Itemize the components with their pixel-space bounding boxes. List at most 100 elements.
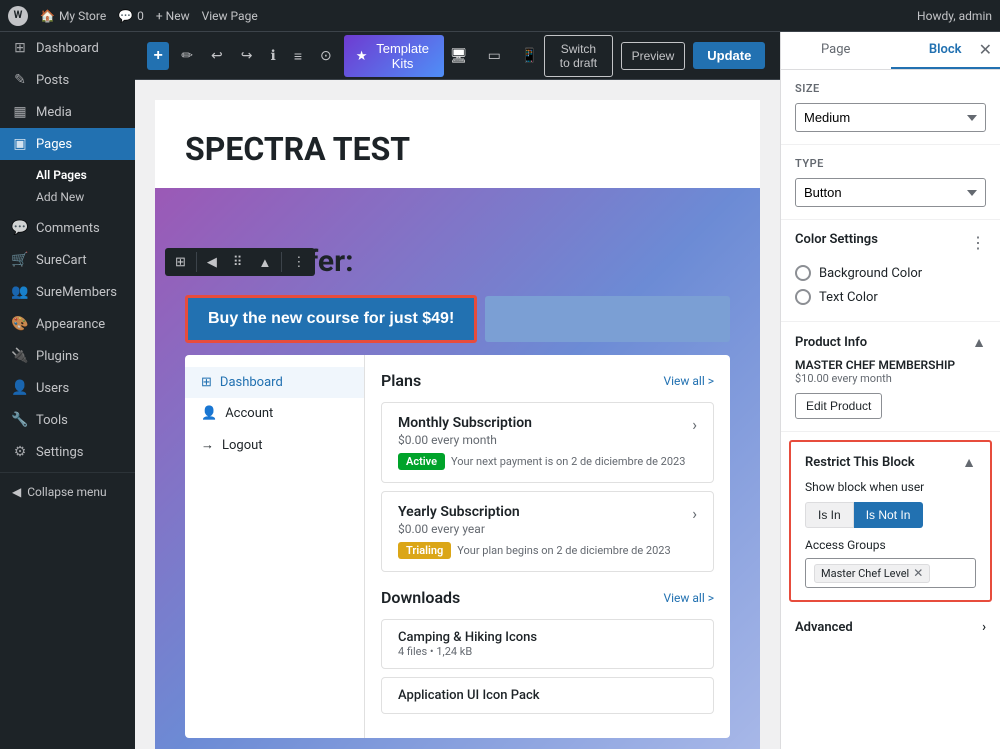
desktop-view-btn[interactable]: 🖥	[444, 43, 474, 68]
sidebar-divider	[0, 472, 135, 473]
tools-icon: 🔧	[12, 412, 28, 428]
product-name: MASTER CHEF MEMBERSHIP	[795, 358, 986, 372]
downloads-header: Downloads View all >	[381, 588, 714, 607]
text-color-option: Text Color	[795, 285, 986, 309]
advanced-title[interactable]: Advanced ›	[795, 620, 986, 635]
pencil-btn[interactable]: ✏	[175, 43, 199, 68]
download-meta-1: 4 files • 1,24 kB	[398, 645, 537, 658]
plan-arrow-monthly[interactable]: ›	[692, 415, 697, 434]
right-panel-tabs: Page Block ✕	[781, 32, 1000, 70]
download-arrow-2[interactable]: ›	[693, 688, 697, 703]
list-view-btn[interactable]: ≡	[288, 44, 308, 68]
template-kits-btn[interactable]: ★ Template Kits	[344, 35, 444, 77]
store-name[interactable]: 🏠 My Store	[40, 9, 106, 23]
restrict-block-section: Restrict This Block ▲ Show block when us…	[789, 440, 992, 602]
type-label: TYPE	[795, 157, 986, 170]
preview-btn[interactable]: Preview	[621, 42, 686, 70]
gear-settings-btn[interactable]: ⚙	[773, 42, 780, 70]
plans-section: Plans View all > Monthly Subscription $0…	[381, 371, 714, 572]
dashboard-nav-logout[interactable]: → Logout	[185, 429, 364, 461]
toolbar-divider2	[281, 252, 282, 272]
bg-color-radio[interactable]	[795, 265, 811, 281]
plan-item-yearly: Yearly Subscription $0.00 every year Tri…	[381, 491, 714, 572]
size-select[interactable]: Medium	[795, 103, 986, 132]
switch-draft-btn[interactable]: Switch to draft	[544, 35, 612, 77]
undo-btn[interactable]: ↩	[205, 43, 229, 68]
add-new-btn[interactable]: + New	[156, 9, 190, 23]
sidebar-item-appearance[interactable]: 🎨 Appearance	[0, 308, 135, 340]
dashboard-nav-dashboard[interactable]: ⊞ Dashboard	[185, 367, 364, 398]
circle-btn[interactable]: ⊙	[314, 43, 338, 68]
panel-close-btn[interactable]: ✕	[979, 43, 992, 59]
block-move-left-btn[interactable]: ◀	[201, 250, 223, 274]
tag-remove-btn[interactable]: ✕	[913, 567, 923, 579]
surecart-icon: 🛒	[12, 252, 28, 268]
sidebar-item-tools[interactable]: 🔧 Tools	[0, 404, 135, 436]
is-not-in-btn[interactable]: Is Not In	[854, 502, 924, 528]
collapse-menu-btn[interactable]: ◀ Collapse menu	[0, 477, 135, 507]
product-info-title: Product Info	[795, 335, 867, 350]
product-info-toggle-btn[interactable]: ▲	[972, 334, 986, 350]
add-block-btn[interactable]: +	[147, 42, 169, 70]
sidebar-item-suremembers[interactable]: 👥 SureMembers	[0, 276, 135, 308]
appearance-icon: 🎨	[12, 316, 28, 332]
all-pages-link[interactable]: All Pages	[24, 164, 135, 186]
sidebar-item-dashboard[interactable]: ⊞ Dashboard	[0, 32, 135, 64]
plans-header: Plans View all >	[381, 371, 714, 390]
bg-color-option: Background Color	[795, 261, 986, 285]
suremembers-icon: 👥	[12, 284, 28, 300]
plugins-icon: 🔌	[12, 348, 28, 364]
sure-members-block: ⊞ ◀ ⠿ ▲ ⋮ Secret offer:	[155, 188, 760, 749]
wp-logo[interactable]: W	[8, 6, 28, 26]
mobile-view-btn[interactable]: 📱	[515, 43, 544, 68]
sidebar-item-settings[interactable]: ⚙ Settings	[0, 436, 135, 468]
download-details-2: Application UI Icon Pack	[398, 688, 540, 703]
plans-view-all[interactable]: View all >	[663, 374, 714, 388]
tag-input[interactable]: Master Chef Level ✕	[805, 558, 976, 588]
is-in-btn[interactable]: Is In	[805, 502, 854, 528]
block-drag-btn[interactable]: ⠿	[227, 250, 249, 274]
show-block-label: Show block when user	[805, 480, 976, 494]
dashboard-icon: ⊞	[12, 40, 28, 56]
tablet-view-btn[interactable]: ▭	[482, 43, 507, 68]
text-color-radio[interactable]	[795, 289, 811, 305]
tab-page[interactable]: Page	[781, 32, 891, 69]
sidebar-item-surecart[interactable]: 🛒 SureCart	[0, 244, 135, 276]
dashboard-content: Plans View all > Monthly Subscription $0…	[365, 355, 730, 738]
download-details-1: Camping & Hiking Icons 4 files • 1,24 kB	[398, 630, 537, 658]
cta-button[interactable]: Buy the new course for just $49!	[185, 295, 477, 343]
download-arrow-1[interactable]: ›	[693, 637, 697, 652]
block-more-btn[interactable]: ⋮	[286, 250, 311, 274]
sidebar-item-posts[interactable]: ✎ Posts	[0, 64, 135, 96]
plan-arrow-yearly[interactable]: ›	[692, 504, 697, 523]
downloads-view-all[interactable]: View all >	[663, 591, 714, 605]
comment-count[interactable]: 💬 0	[118, 9, 144, 23]
sidebar-item-users[interactable]: 👤 Users	[0, 372, 135, 404]
add-new-page-link[interactable]: Add New	[24, 186, 135, 208]
block-move-up-btn[interactable]: ▲	[252, 251, 277, 274]
users-icon: 👤	[12, 380, 28, 396]
dashboard-nav-account[interactable]: 👤 Account	[185, 398, 364, 429]
template-kits-icon: ★	[356, 48, 368, 64]
color-settings-more-btn[interactable]: ⋮	[970, 233, 986, 253]
toolbar-divider	[196, 252, 197, 272]
download-item-2: Application UI Icon Pack ›	[381, 677, 714, 714]
page-title: SPECTRA TEST	[155, 100, 760, 188]
sidebar-item-pages[interactable]: ▣ Pages	[0, 128, 135, 160]
downloads-section: Downloads View all > Camping & Hiking Ic…	[381, 588, 714, 714]
restrict-block-toggle-btn[interactable]: ▲	[962, 454, 976, 470]
edit-product-btn[interactable]: Edit Product	[795, 393, 882, 419]
redo-btn[interactable]: ↪	[235, 43, 259, 68]
update-btn[interactable]: Update	[693, 42, 765, 69]
download-name-1: Camping & Hiking Icons	[398, 630, 537, 645]
view-page-link[interactable]: View Page	[202, 9, 258, 23]
size-label: SIZE	[795, 82, 986, 95]
block-type-btn[interactable]: ⊞	[169, 250, 192, 274]
info-btn[interactable]: ℹ	[264, 43, 281, 68]
plans-title: Plans	[381, 371, 421, 390]
sidebar-item-media[interactable]: ▦ Media	[0, 96, 135, 128]
sidebar-item-plugins[interactable]: 🔌 Plugins	[0, 340, 135, 372]
sidebar-item-comments[interactable]: 💬 Comments	[0, 212, 135, 244]
color-settings-title: Color Settings	[795, 232, 878, 247]
type-select[interactable]: Button	[795, 178, 986, 207]
